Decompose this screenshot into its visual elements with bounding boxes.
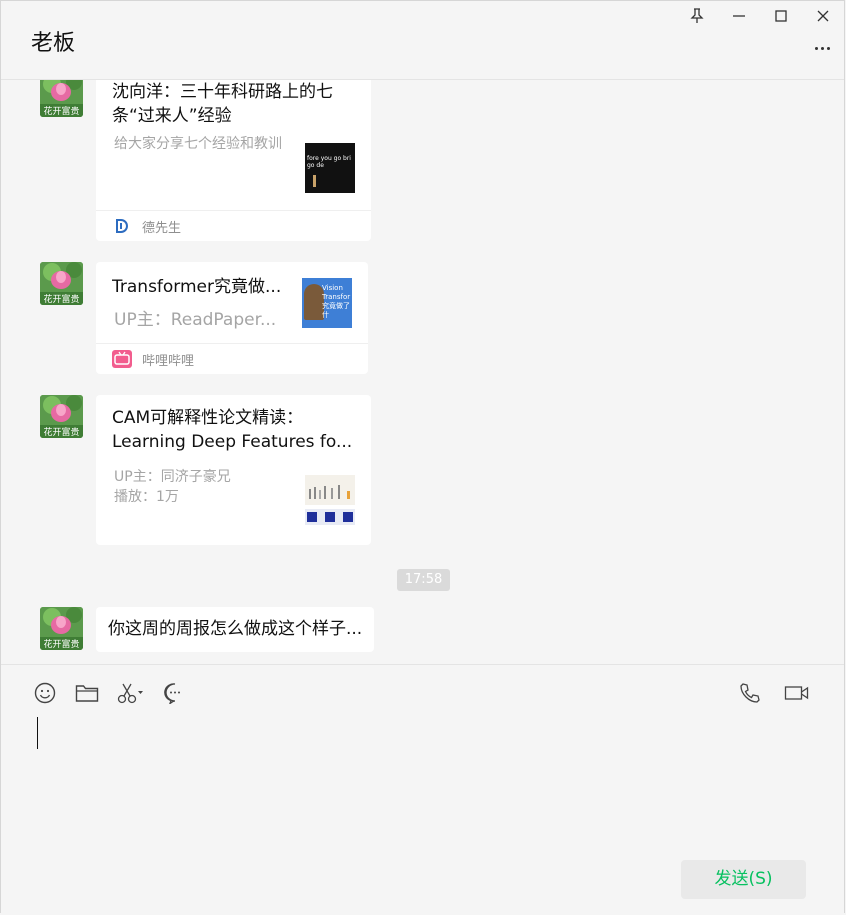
thumbnail-text: Vision Transfor 究竟做了什 (322, 284, 351, 319)
more-icon[interactable] (812, 41, 832, 55)
svg-text:花开富贵: 花开富贵 (43, 293, 79, 305)
card-title: CAM可解释性论文精读：Learning Deep Features fo... (112, 408, 353, 452)
card-description: 给大家分享七个经验和教训 (114, 136, 282, 152)
message-list[interactable]: 花开富贵 沈向洋：三十年科研路上的七条“过来人”经验 给大家分享七个经验和教训 … (1, 80, 844, 664)
video-card[interactable]: CAM可解释性论文精读：Learning Deep Features fo...… (96, 395, 371, 545)
svg-text:花开富贵: 花开富贵 (43, 105, 79, 117)
chat-header: 老板 (1, 1, 844, 80)
card-thumbnail: Vision Transfor 究竟做了什 (302, 278, 352, 328)
svg-text:花开富贵: 花开富贵 (43, 638, 79, 650)
card-description: UP主：ReadPaper... (114, 310, 277, 330)
window-controls (688, 7, 832, 25)
pin-icon[interactable] (688, 7, 706, 25)
avatar[interactable]: 花开富贵 (40, 262, 83, 305)
source-label: 德先生 (142, 221, 182, 236)
card-thumbnail (305, 475, 355, 525)
maximize-icon[interactable] (772, 7, 790, 25)
scissors-icon[interactable] (117, 681, 145, 705)
video-call-icon[interactable] (784, 681, 810, 705)
bilibili-icon (112, 350, 132, 368)
card-footer: 哔哩哔哩 (96, 343, 368, 374)
minimize-icon[interactable] (730, 7, 748, 25)
chat-bubble-icon[interactable] (163, 681, 187, 705)
chat-title: 老板 (31, 31, 76, 56)
avatar[interactable]: 花开富贵 (40, 607, 83, 650)
avatar[interactable]: 花开富贵 (40, 80, 83, 117)
phone-icon[interactable] (738, 681, 762, 705)
call-toolbar (738, 681, 810, 705)
svg-text:花开富贵: 花开富贵 (43, 426, 79, 438)
chat-window: 老板 花开富贵 沈向洋：三十年科研路上的七条“过来人”经验 给大家分享七个经验和… (0, 0, 845, 915)
emoji-icon[interactable] (33, 681, 57, 705)
input-toolbar (33, 681, 187, 705)
card-thumbnail: fore you go bri go de (305, 143, 355, 193)
input-area: 发送(S) (1, 664, 844, 915)
source-icon (114, 218, 128, 233)
text-message-bubble[interactable]: 你这周的周报怎么做成这个样子... (96, 607, 375, 652)
close-icon[interactable] (814, 7, 832, 25)
text-cursor[interactable] (37, 717, 38, 749)
card-play-count: 播放：1万 (114, 489, 179, 505)
article-card[interactable]: 沈向洋：三十年科研路上的七条“过来人”经验 给大家分享七个经验和教训 fore … (96, 80, 371, 241)
avatar[interactable]: 花开富贵 (40, 395, 83, 438)
card-title: Transformer究竟做... (112, 277, 282, 297)
send-button[interactable]: 发送(S) (681, 860, 806, 899)
timestamp: 17:58 (397, 569, 450, 591)
thumbnail-text: fore you go bri go de (307, 155, 351, 169)
card-title: 沈向洋：三十年科研路上的七条“过来人”经验 (112, 82, 333, 126)
source-label: 哔哩哔哩 (142, 354, 195, 369)
card-description: UP主：同济子豪兄 (114, 469, 231, 485)
card-footer: 德先生 (96, 210, 371, 241)
folder-icon[interactable] (75, 681, 99, 705)
video-card[interactable]: Transformer究竟做... UP主：ReadPaper... Visio… (96, 262, 368, 374)
